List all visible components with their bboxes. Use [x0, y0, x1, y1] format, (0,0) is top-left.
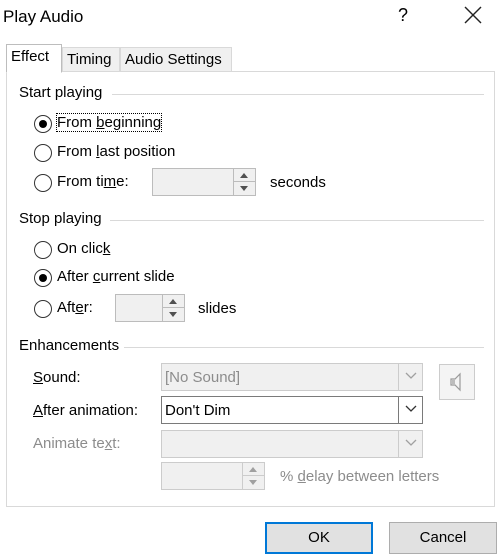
radio-after[interactable]	[34, 300, 52, 318]
tab-effect-label: Effect	[11, 48, 50, 65]
radio-from-time[interactable]	[34, 174, 52, 192]
animate-text-dropdown-button[interactable]	[398, 431, 422, 457]
tab-audio-settings-label: Audio Settings	[125, 51, 222, 68]
seconds-label: seconds	[270, 174, 326, 191]
delay-between-letters-label: % delay between letters	[280, 468, 440, 485]
group-divider	[110, 220, 484, 221]
chevron-down-icon	[405, 405, 417, 412]
start-playing-legend: Start playing	[19, 84, 103, 101]
spin-down-button[interactable]	[234, 182, 255, 195]
ok-button[interactable]: OK	[265, 522, 373, 554]
sound-label: Sound:	[33, 369, 81, 386]
radio-from-last-position[interactable]	[34, 144, 52, 162]
speaker-icon	[450, 372, 461, 392]
sound-select-value: [No Sound]	[165, 369, 241, 386]
slides-label: slides	[198, 300, 237, 317]
radio-from-beginning[interactable]	[34, 115, 52, 133]
stop-playing-legend: Stop playing	[19, 210, 102, 227]
after-animation-label: After animation:	[33, 402, 139, 419]
group-divider	[124, 347, 484, 348]
group-divider	[112, 94, 484, 95]
after-animation-select[interactable]: Don't Dim	[161, 396, 423, 424]
from-time-label[interactable]: From time:	[57, 173, 129, 190]
help-button[interactable]: ?	[398, 5, 408, 26]
from-time-spinner[interactable]	[152, 168, 256, 196]
animate-text-label: Animate text:	[33, 435, 121, 452]
on-click-label[interactable]: On click	[57, 240, 110, 257]
radio-after-current-slide[interactable]	[34, 269, 52, 287]
sound-dropdown-button[interactable]	[398, 364, 422, 390]
sound-select[interactable]: [No Sound]	[161, 363, 423, 391]
radio-on-click[interactable]	[34, 241, 52, 259]
chevron-down-icon	[405, 372, 417, 379]
spin-down-icon	[240, 186, 248, 191]
after-current-slide-label[interactable]: After current slide	[57, 268, 175, 285]
from-beginning-label[interactable]: From beginning	[55, 113, 163, 132]
tab-audio-settings[interactable]: Audio Settings	[120, 47, 232, 71]
spin-down-icon	[169, 312, 177, 317]
window-title: Play Audio	[3, 7, 84, 26]
spin-up-button[interactable]	[243, 463, 264, 476]
spin-up-icon	[249, 467, 257, 472]
spin-down-button[interactable]	[163, 308, 184, 321]
after-slides-spinner[interactable]	[115, 294, 185, 322]
spin-up-button[interactable]	[234, 169, 255, 182]
cancel-button[interactable]: Cancel	[389, 522, 497, 554]
letter-delay-spinner[interactable]	[161, 462, 265, 490]
after-label[interactable]: After:	[57, 299, 93, 316]
tab-timing-label: Timing	[67, 51, 112, 68]
tab-effect[interactable]: Effect	[6, 44, 62, 73]
after-animation-dropdown-button[interactable]	[398, 397, 422, 423]
close-icon	[464, 6, 482, 24]
animate-text-select[interactable]	[161, 430, 423, 458]
spin-up-icon	[240, 173, 248, 178]
after-animation-value: Don't Dim	[165, 402, 231, 419]
spin-up-icon	[169, 299, 177, 304]
spin-down-icon	[249, 480, 257, 485]
tab-timing[interactable]: Timing	[62, 47, 120, 71]
close-button[interactable]	[462, 4, 484, 26]
spin-down-button[interactable]	[243, 476, 264, 489]
spin-up-button[interactable]	[163, 295, 184, 308]
enhancements-legend: Enhancements	[19, 337, 120, 354]
volume-button[interactable]	[439, 364, 475, 400]
chevron-down-icon	[405, 439, 417, 446]
from-last-position-label[interactable]: From last position	[57, 143, 175, 160]
